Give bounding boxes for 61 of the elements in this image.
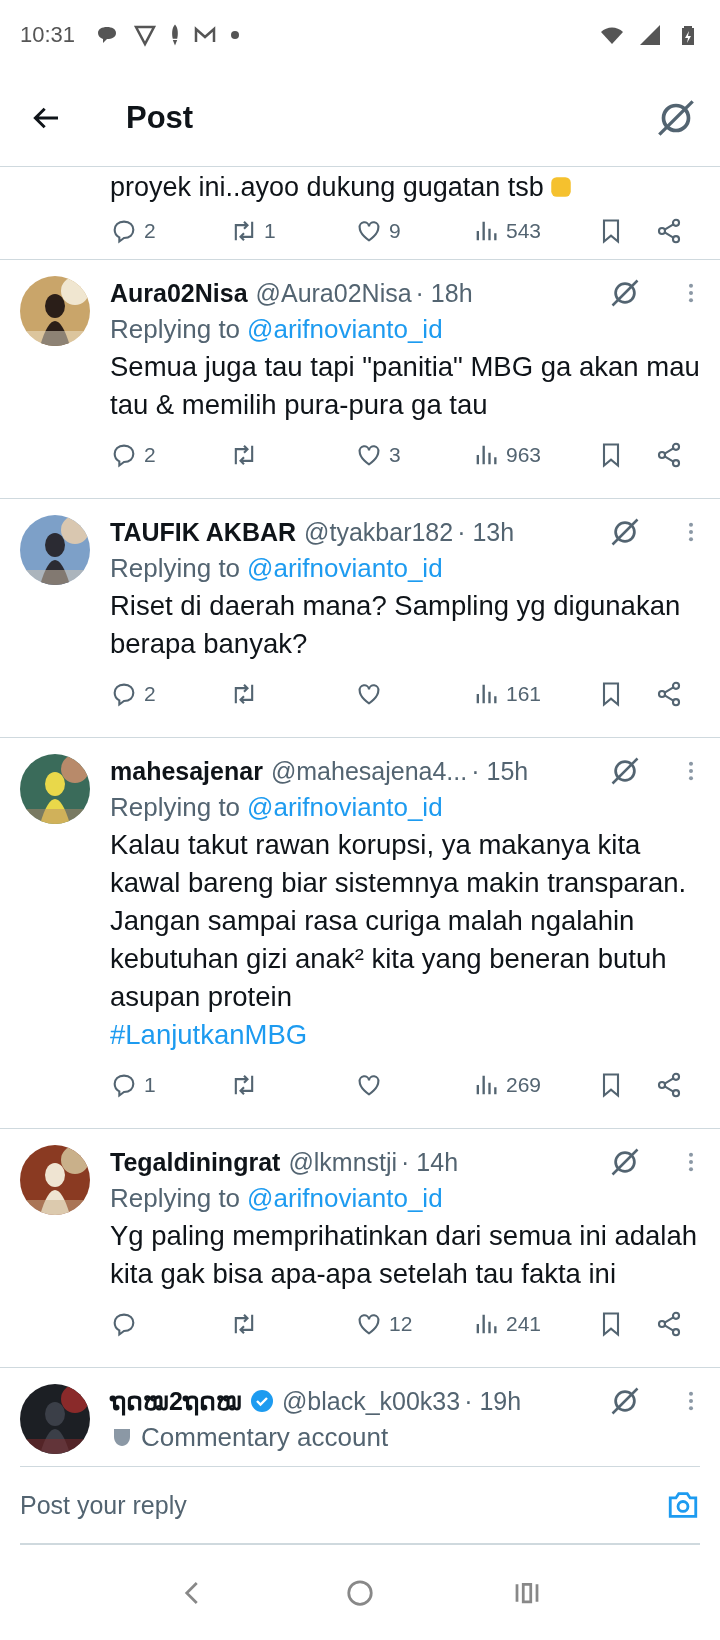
post-time: · 19h xyxy=(464,1386,522,1416)
more-options-icon[interactable] xyxy=(688,760,694,782)
user-handle[interactable]: @tyakbar182 xyxy=(304,517,454,547)
share-icon[interactable] xyxy=(655,1071,683,1099)
slashed-circle-icon[interactable] xyxy=(610,756,640,786)
more-options-icon[interactable] xyxy=(688,282,694,304)
slashed-circle-icon[interactable] xyxy=(610,517,640,547)
view-count: 161 xyxy=(506,682,542,706)
post-text: Yg paling memprihatinkan dari semua ini adalah kita gak bisa apa-apa setelah tau fakta ini xyxy=(110,1219,698,1291)
repost-count: 1 xyxy=(264,219,276,243)
slashed-circle-icon[interactable] xyxy=(610,1386,640,1416)
reply-count: 2 xyxy=(144,219,156,243)
user-handle[interactable]: @Aura02Nisa xyxy=(255,278,412,308)
user-name[interactable]: Aura02Nisa xyxy=(110,278,248,308)
view-count: 269 xyxy=(506,1073,542,1097)
reply-input-field[interactable]: Post your reply xyxy=(20,1490,666,1520)
home-icon[interactable] xyxy=(345,1577,375,1608)
user-handle[interactable]: @mahesajena4... xyxy=(270,756,468,786)
view-count: 543 xyxy=(506,219,542,243)
user-name[interactable]: TAUFIK AKBAR xyxy=(110,517,297,547)
post-time: · 14h xyxy=(401,1147,459,1177)
post-text: proyek ini..ayoo dukung gugatan tsb xyxy=(110,171,544,203)
like-count: 9 xyxy=(389,219,401,243)
post-text: Riset di daerah mana? Sampling yg digunakan berapa banyak? xyxy=(110,589,682,661)
user-handle[interactable]: @lkmnstji xyxy=(288,1147,398,1177)
like-count: 3 xyxy=(389,443,401,467)
page-title: Post xyxy=(126,100,194,136)
like-count: 12 xyxy=(389,1312,413,1336)
slashed-circle-icon[interactable] xyxy=(610,278,640,308)
more-options-icon[interactable] xyxy=(688,521,694,543)
rocket-icon xyxy=(171,24,180,46)
user-name[interactable]: ຖດໝ2ຖດໝ xyxy=(110,1386,242,1416)
user-name[interactable]: mahesajenar xyxy=(110,756,263,786)
post-text: Kalau takut rawan korupsi, ya makanya kita kawal bareng biar sistemnya makin transparan. Jangan sampai rasa curiga malah ngalahin kebutuhan gizi anak² kita yang beneran butuh asupan protein xyxy=(110,828,688,1014)
replying-label: Replying to xyxy=(110,1182,241,1214)
post-time: · 13h xyxy=(457,517,515,547)
share-icon[interactable] xyxy=(655,217,683,245)
signal-icon xyxy=(638,23,662,47)
post-time: · 15h xyxy=(471,756,529,786)
more-options-icon[interactable] xyxy=(688,1390,694,1412)
more-options-icon[interactable] xyxy=(688,1151,694,1173)
slashed-circle-icon[interactable] xyxy=(656,98,696,138)
reply-count: 2 xyxy=(144,682,156,706)
post-text: Semua juga tau tapi "panitia" MBG ga akan mau tau & memilih pura-pura ga tau xyxy=(110,350,701,422)
share-icon[interactable] xyxy=(655,441,683,469)
status-time: 10:31 xyxy=(20,22,76,48)
share-icon[interactable] xyxy=(655,680,683,708)
view-count: 963 xyxy=(506,443,542,467)
user-name[interactable]: Tegaldiningrat xyxy=(110,1147,281,1177)
share-icon[interactable] xyxy=(655,1310,683,1338)
replying-label: Replying to xyxy=(110,552,241,584)
replying-label: Replying to xyxy=(110,791,241,823)
post-time: · 18h xyxy=(415,278,473,308)
reply-count: 1 xyxy=(144,1073,156,1097)
notification-dot-icon xyxy=(231,31,240,39)
replying-label: Replying to xyxy=(110,313,241,345)
user-handle[interactable]: @black_k00k33 xyxy=(281,1386,461,1416)
view-count: 241 xyxy=(506,1312,542,1336)
account-label: Commentary account xyxy=(141,1421,389,1453)
slashed-circle-icon[interactable] xyxy=(610,1147,640,1177)
reply-count: 2 xyxy=(144,443,156,467)
